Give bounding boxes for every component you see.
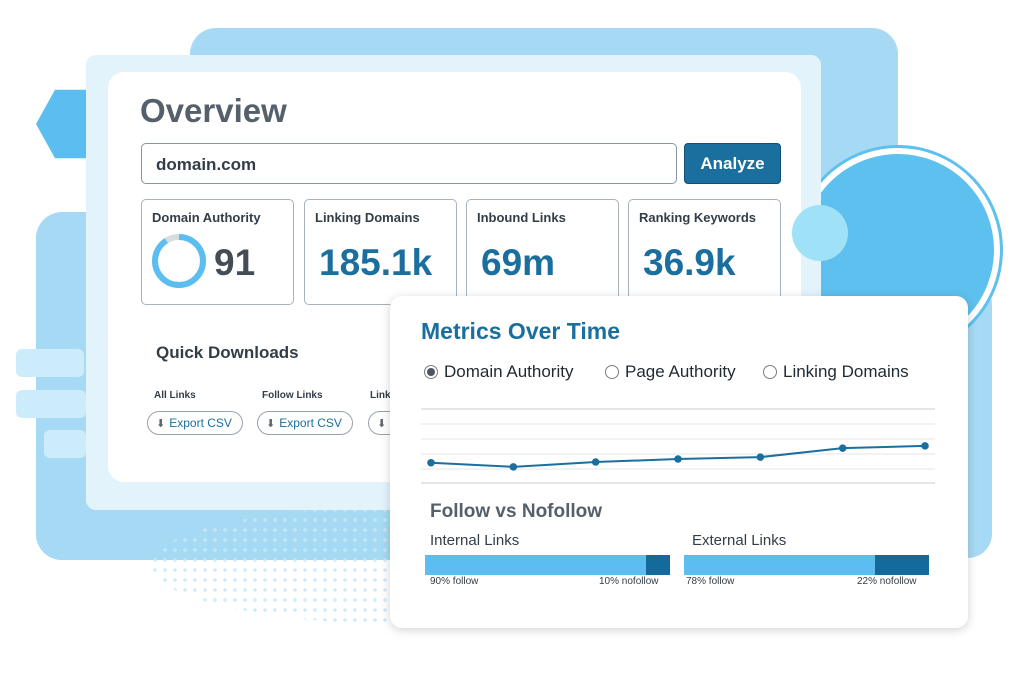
external-nofollow-text: 22% nofollow — [857, 576, 917, 587]
external-nofollow-bar — [875, 555, 929, 575]
metric-label: Domain Authority — [152, 210, 261, 225]
domain-authority-ring-fill — [152, 234, 206, 288]
metric-card-domain-authority: Domain Authority 91 — [141, 199, 294, 305]
radio-page-authority[interactable]: Page Authority — [605, 362, 736, 382]
metric-card-inbound-links: Inbound Links 69m — [466, 199, 619, 305]
internal-nofollow-bar — [646, 555, 670, 575]
analyze-button[interactable]: Analyze — [684, 143, 781, 184]
page-title: Overview — [140, 92, 287, 129]
chart-point — [427, 458, 435, 467]
metrics-over-time-title: Metrics Over Time — [421, 318, 621, 344]
export-csv-all-links-button[interactable]: ⬇ Export CSV — [147, 411, 243, 435]
internal-follow-bar — [425, 555, 646, 575]
metric-card-linking-domains: Linking Domains 185.1k — [304, 199, 457, 305]
chart-point — [838, 444, 847, 452]
chart-point — [756, 453, 765, 461]
export-csv-follow-links-button[interactable]: ⬇ Export CSV — [257, 411, 353, 435]
domain-authority-ring — [152, 234, 206, 288]
download-icon: ⬇ — [377, 417, 387, 430]
external-links-label: External Links — [692, 532, 787, 549]
chart-point — [509, 463, 518, 471]
download-icon: ⬇ — [156, 417, 166, 430]
metric-label: Linking Domains — [315, 210, 420, 225]
external-follow-text: 78% follow — [686, 576, 735, 587]
radio-label: Domain Authority — [444, 362, 574, 381]
radio-label: Linking Domains — [783, 362, 909, 381]
radio-label: Page Authority — [625, 362, 736, 381]
external-follow-bar — [684, 555, 875, 575]
export-csv-label: Export CSV — [169, 416, 232, 430]
internal-nofollow-text: 10% nofollow — [599, 576, 659, 587]
metric-card-ranking-keywords: Ranking Keywords 36.9k — [628, 199, 781, 305]
metric-value: 185.1k — [319, 242, 433, 283]
download-label-all-links: All Links — [154, 390, 196, 401]
internal-links-label: Internal Links — [430, 532, 520, 549]
decor-bar — [16, 390, 86, 418]
internal-follow-text: 90% follow — [430, 576, 479, 587]
domain-search-input[interactable]: domain.com — [141, 143, 677, 184]
export-csv-label: Export CSV — [279, 416, 342, 430]
download-label-follow-links: Follow Links — [262, 390, 323, 401]
decor-bar — [16, 349, 84, 377]
radio-linking-domains[interactable]: Linking Domains — [763, 362, 909, 382]
metric-value: 36.9k — [643, 242, 736, 283]
chart-point — [674, 455, 682, 463]
radio-checked-icon — [424, 365, 438, 379]
metric-value: 91 — [214, 242, 256, 283]
radio-unchecked-icon — [605, 365, 619, 379]
follow-vs-nofollow-title: Follow vs Nofollow — [430, 501, 603, 522]
download-label-links: Link — [370, 390, 391, 401]
radio-domain-authority[interactable]: Domain Authority — [424, 362, 573, 382]
background-bubble — [792, 205, 848, 261]
metric-label: Inbound Links — [477, 210, 566, 225]
chart-point — [591, 458, 600, 466]
metrics-line-chart — [421, 408, 935, 484]
decor-bar — [44, 430, 86, 458]
radio-unchecked-icon — [763, 365, 777, 379]
quick-downloads-title: Quick Downloads — [156, 343, 299, 362]
metric-value: 69m — [481, 242, 556, 283]
metric-label: Ranking Keywords — [639, 210, 757, 225]
download-icon: ⬇ — [266, 417, 276, 430]
chart-point — [921, 442, 929, 450]
